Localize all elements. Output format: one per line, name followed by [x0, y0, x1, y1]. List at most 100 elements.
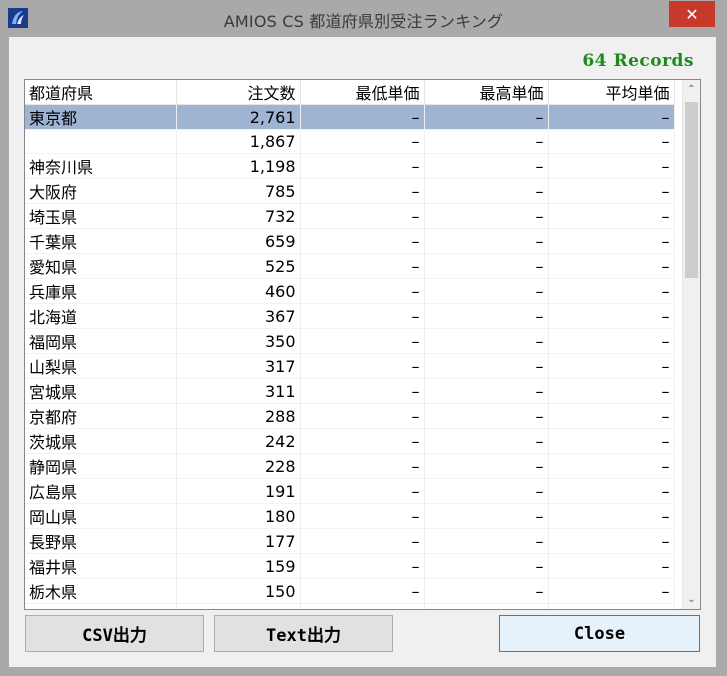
- cell-prefecture: 愛知県: [25, 253, 177, 279]
- cell-min-price: –: [300, 178, 425, 204]
- csv-export-button[interactable]: CSV出力: [25, 615, 204, 652]
- cell-prefecture: 福岡県: [25, 328, 177, 354]
- cell-order-count: 317: [176, 353, 301, 379]
- cell-prefecture: [25, 129, 177, 154]
- title-bar[interactable]: AMIOS CS 都道府県別受注ランキング ✕: [0, 0, 727, 36]
- cell-avg-price: –: [548, 353, 675, 379]
- vertical-scrollbar[interactable]: ⌃ ⌄: [682, 80, 700, 609]
- cell-avg-price: –: [548, 203, 675, 229]
- close-button[interactable]: Close: [499, 615, 700, 652]
- table-row[interactable]: 宮城県 311– – –: [25, 378, 675, 404]
- cell-prefecture: 兵庫県: [25, 278, 177, 304]
- table-row[interactable]: 愛知県 525– – –: [25, 253, 675, 279]
- cell-avg-price: –: [548, 503, 675, 529]
- cell-order-count: 367: [176, 303, 301, 329]
- cell-prefecture: 茨城県: [25, 428, 177, 454]
- column-header-prefecture[interactable]: 都道府県: [25, 80, 177, 105]
- cell-min-price: –: [300, 328, 425, 354]
- cell-prefecture: 静岡県: [25, 453, 177, 479]
- column-header-max-price[interactable]: 最高単価: [424, 80, 549, 105]
- cell-order-count: 191: [176, 478, 301, 504]
- cell-max-price: –: [424, 303, 549, 329]
- cell-prefecture: 京都府: [25, 403, 177, 429]
- cell-avg-price: –: [548, 303, 675, 329]
- cell-prefecture: 大阪府: [25, 178, 177, 204]
- cell-max-price: –: [424, 104, 549, 130]
- cell-avg-price: –: [548, 278, 675, 304]
- table-row[interactable]: 福井県 159– – –: [25, 553, 675, 579]
- cell-avg-price: –: [548, 428, 675, 454]
- cell-order-count: 242: [176, 428, 301, 454]
- table-row[interactable]: 東京都 2,761– – –: [25, 104, 675, 130]
- table-row[interactable]: 埼玉県 732– – –: [25, 203, 675, 229]
- cell-prefecture: 長野県: [25, 528, 177, 554]
- cell-min-price: –: [300, 553, 425, 579]
- window-close-button[interactable]: ✕: [669, 1, 715, 27]
- cell-min-price: –: [300, 129, 425, 154]
- cell-min-price: –: [300, 378, 425, 404]
- cell-order-count: 228: [176, 453, 301, 479]
- cell-avg-price: –: [548, 378, 675, 404]
- cell-avg-price: –: [548, 553, 675, 579]
- cell-prefecture: 千葉県: [25, 228, 177, 254]
- table-row[interactable]: 兵庫県 460– – –: [25, 278, 675, 304]
- table-body: 東京都 2,761– – –1,867– – – 神奈川県 1,198– – – 大阪府 785– – –…: [25, 104, 675, 609]
- cell-min-price: –: [300, 153, 425, 179]
- cell-max-price: –: [424, 428, 549, 454]
- cell-avg-price: –: [548, 328, 675, 354]
- cell-prefecture: 埼玉県: [25, 203, 177, 229]
- cell-min-price: –: [300, 228, 425, 254]
- cell-order-count: 288: [176, 403, 301, 429]
- table-row[interactable]: 岐阜県149–––: [25, 603, 675, 609]
- table-row[interactable]: 広島県 191– – –: [25, 478, 675, 504]
- table-row[interactable]: 静岡県 228– – –: [25, 453, 675, 479]
- column-header-avg-price[interactable]: 平均単価: [548, 80, 675, 105]
- cell-order-count: 460: [176, 278, 301, 304]
- table-row[interactable]: 北海道 367– – –: [25, 303, 675, 329]
- table-row[interactable]: 山梨県 317– – –: [25, 353, 675, 379]
- record-count: 64 Records: [582, 51, 694, 71]
- cell-min-price: –: [300, 578, 425, 604]
- table-row[interactable]: 大阪府 785– – –: [25, 178, 675, 204]
- table-row[interactable]: 茨城県 242– – –: [25, 428, 675, 454]
- cell-avg-price: –: [548, 153, 675, 179]
- scrollbar-thumb[interactable]: [685, 102, 698, 278]
- ranking-table: 都道府県 注文数 最低単価 最高単価 平均単価 東京都 2,761– – –1,867…: [25, 80, 675, 609]
- cell-prefecture: 岐阜県: [25, 603, 177, 609]
- cell-min-price: –: [300, 428, 425, 454]
- ranking-grid[interactable]: 都道府県 注文数 最低単価 最高単価 平均単価 東京都 2,761– – –1,867…: [24, 79, 701, 610]
- table-row[interactable]: 岡山県 180– – –: [25, 503, 675, 529]
- table-row[interactable]: 千葉県 659– – –: [25, 228, 675, 254]
- cell-min-price: –: [300, 453, 425, 479]
- cell-max-price: –: [424, 603, 549, 609]
- table-row[interactable]: 栃木県 150– – –: [25, 578, 675, 604]
- cell-min-price: –: [300, 603, 425, 609]
- table-row[interactable]: 福岡県 350– – –: [25, 328, 675, 354]
- cell-avg-price: –: [548, 403, 675, 429]
- table-row[interactable]: 京都府 288– – –: [25, 403, 675, 429]
- cell-order-count: 180: [176, 503, 301, 529]
- cell-avg-price: –: [548, 478, 675, 504]
- text-export-button[interactable]: Text出力: [214, 615, 393, 652]
- column-header-min-price[interactable]: 最低単価: [300, 80, 425, 105]
- cell-prefecture: 山梨県: [25, 353, 177, 379]
- cell-min-price: –: [300, 353, 425, 379]
- cell-max-price: –: [424, 453, 549, 479]
- cell-max-price: –: [424, 553, 549, 579]
- cell-max-price: –: [424, 353, 549, 379]
- column-header-order-count[interactable]: 注文数: [176, 80, 301, 105]
- cell-min-price: –: [300, 278, 425, 304]
- cell-avg-price: –: [548, 528, 675, 554]
- scroll-up-icon[interactable]: ⌃: [683, 81, 700, 98]
- scroll-down-icon[interactable]: ⌄: [683, 591, 700, 608]
- table-row[interactable]: 神奈川県 1,198– – –: [25, 153, 675, 179]
- cell-max-price: –: [424, 278, 549, 304]
- cell-max-price: –: [424, 578, 549, 604]
- cell-order-count: 150: [176, 578, 301, 604]
- table-row[interactable]: 長野県 177– – –: [25, 528, 675, 554]
- table-row[interactable]: 1,867– – –: [25, 129, 675, 154]
- cell-prefecture: 宮城県: [25, 378, 177, 404]
- cell-order-count: 1,198: [176, 153, 301, 179]
- cell-avg-price: –: [548, 178, 675, 204]
- cell-min-price: –: [300, 303, 425, 329]
